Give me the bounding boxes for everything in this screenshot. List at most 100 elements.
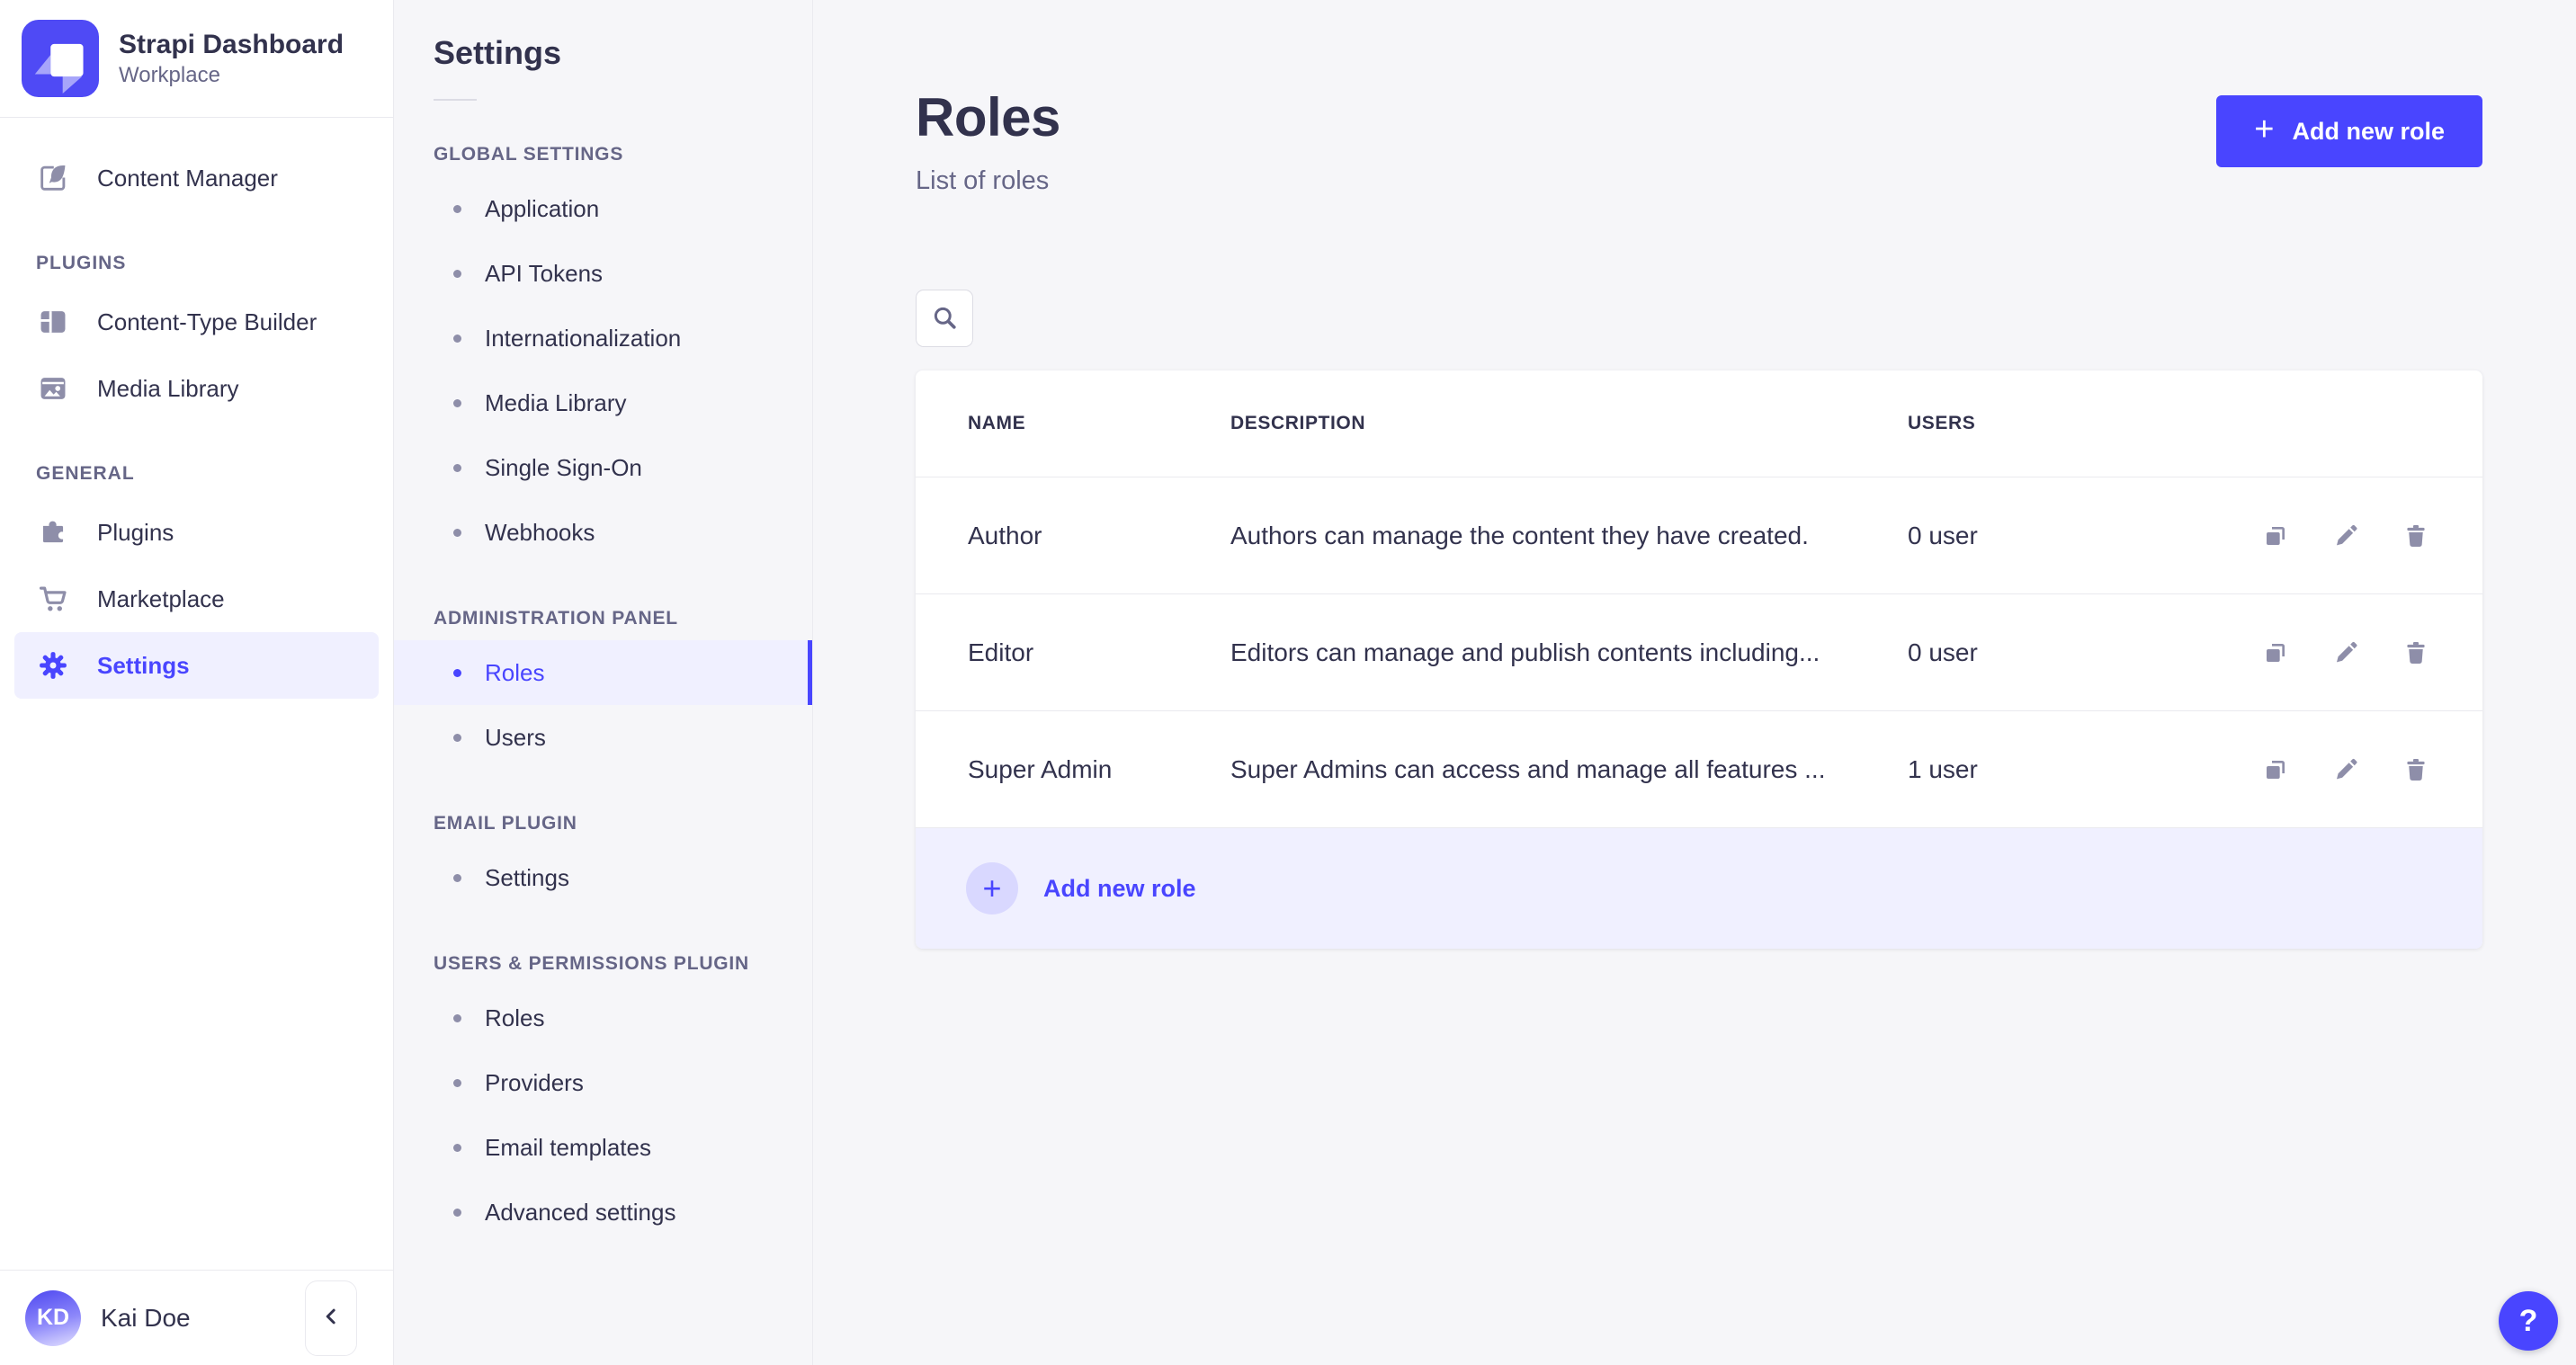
subnav-item-single-sign-on[interactable]: Single Sign-On (394, 435, 812, 500)
bullet-icon (453, 334, 461, 343)
subnav-item-users[interactable]: Users (394, 705, 812, 770)
duplicate-role-button[interactable] (2261, 638, 2290, 667)
subnav-item-label: Internationalization (485, 324, 682, 352)
subnav-item-label: Providers (485, 1068, 584, 1096)
section-title: PLUGINS (36, 253, 127, 273)
search-button[interactable] (916, 290, 973, 347)
edit-role-button[interactable] (2331, 638, 2360, 667)
table-header-row: NAME DESCRIPTION USERS (916, 370, 2482, 477)
subnav-item-webhooks[interactable]: Webhooks (394, 500, 812, 565)
table-row-super-admin[interactable]: Super Admin Super Admins can access and … (916, 711, 2482, 828)
collapse-sidebar-button[interactable] (305, 1280, 357, 1356)
sidebar-item-label: Media Library (97, 374, 239, 402)
role-description: Editors can manage and publish contents … (1230, 638, 1820, 666)
subnav-item-email-settings[interactable]: Settings (394, 845, 812, 910)
subnav-item-label: Media Library (485, 388, 627, 416)
subnav-title: Settings (434, 34, 562, 71)
duplicate-role-button[interactable] (2261, 522, 2290, 550)
subnav-item-providers[interactable]: Providers (394, 1050, 812, 1115)
add-new-role-button-label: Add new role (2292, 117, 2445, 145)
subnav-item-roles-active[interactable]: Roles (394, 640, 812, 705)
user-name[interactable]: Kai Doe (101, 1304, 191, 1333)
workspace-title: Strapi Dashboard (119, 30, 344, 59)
gear-icon (36, 648, 70, 682)
column-header-description: DESCRIPTION (1230, 413, 1366, 433)
table-row-author[interactable]: Author Authors can manage the content th… (916, 477, 2482, 594)
delete-role-button[interactable] (2402, 522, 2430, 550)
section-title: ADMINISTRATION PANEL (434, 608, 678, 629)
user-avatar[interactable]: KD (25, 1289, 81, 1346)
subnav-item-label: Single Sign-On (485, 453, 642, 481)
sidebar-item-label: Settings (97, 651, 190, 679)
table-row-editor[interactable]: Editor Editors can manage and publish co… (916, 594, 2482, 711)
row-actions (2160, 638, 2430, 667)
strapi-logo-icon (22, 20, 99, 97)
bullet-icon (453, 528, 461, 537)
help-button[interactable]: ? (2499, 1291, 2558, 1351)
bullet-icon (453, 269, 461, 278)
sidebar-item-plugins[interactable]: Plugins (14, 499, 379, 566)
subnav-item-api-tokens[interactable]: API Tokens (394, 241, 812, 306)
role-users-count: 0 user (1908, 638, 1978, 666)
duplicate-role-button[interactable] (2261, 755, 2290, 784)
role-name: Super Admin (968, 754, 1113, 783)
app-root: Strapi Dashboard Workplace Content Manag… (0, 0, 2576, 1365)
subnav-item-label: Application (485, 194, 600, 222)
column-header-name: NAME (968, 413, 1026, 433)
delete-role-button[interactable] (2402, 755, 2430, 784)
subnav-item-label: Advanced settings (485, 1198, 676, 1226)
puzzle-icon (36, 515, 70, 549)
feather-pen-icon (36, 161, 70, 195)
column-header-users: USERS (1908, 413, 1976, 433)
workspace-switcher[interactable]: Strapi Dashboard Workplace (0, 0, 393, 118)
plus-icon: + (2254, 111, 2275, 148)
bullet-icon (453, 1208, 461, 1217)
sidebar-item-label: Content Manager (97, 164, 278, 192)
edit-role-button[interactable] (2331, 522, 2360, 550)
main-sidebar: Strapi Dashboard Workplace Content Manag… (0, 0, 394, 1365)
sidebar-item-marketplace[interactable]: Marketplace (14, 566, 379, 632)
sidebar-footer: KD Kai Doe (0, 1270, 393, 1365)
sidebar-section-plugins: PLUGINS Content-Type Builder Media Libra… (14, 253, 379, 422)
role-users-count: 0 user (1908, 521, 1978, 549)
sidebar-item-label: Plugins (97, 518, 174, 546)
delete-role-button[interactable] (2402, 638, 2430, 667)
sidebar-item-content-manager[interactable]: Content Manager (14, 145, 379, 211)
subnav-item-media-library[interactable]: Media Library (394, 370, 812, 435)
subnav-item-advanced-settings[interactable]: Advanced settings (394, 1180, 812, 1245)
bullet-icon (453, 1143, 461, 1152)
bullet-icon (453, 463, 461, 472)
plus-circle-icon: + (966, 862, 1018, 914)
section-title: GENERAL (36, 463, 135, 484)
chevron-left-icon (318, 1303, 344, 1333)
footer-add-label: Add new role (1043, 874, 1196, 902)
add-new-role-button[interactable]: + Add new role (2216, 95, 2482, 167)
sidebar-item-media-library[interactable]: Media Library (14, 355, 379, 422)
page-subtitle: List of roles (916, 166, 1050, 195)
role-description: Super Admins can access and manage all f… (1230, 754, 1826, 783)
sidebar-section-general: GENERAL Plugins Marketplace Settings (14, 463, 379, 699)
subnav-item-internationalization[interactable]: Internationalization (394, 306, 812, 370)
role-name: Author (968, 521, 1042, 549)
section-title: EMAIL PLUGIN (434, 813, 577, 834)
sidebar-item-content-type-builder[interactable]: Content-Type Builder (14, 289, 379, 355)
subnav-item-email-templates[interactable]: Email templates (394, 1115, 812, 1180)
bullet-icon (453, 733, 461, 742)
subnav-section-administration-panel: ADMINISTRATION PANEL Roles Users (394, 608, 812, 770)
subnav-item-label: Settings (485, 863, 569, 891)
edit-role-button[interactable] (2331, 755, 2360, 784)
subnav-section-users-permissions-plugin: USERS & PERMISSIONS PLUGIN Roles Provide… (394, 953, 812, 1245)
subnav-item-application[interactable]: Application (394, 176, 812, 241)
bullet-icon (453, 204, 461, 213)
sidebar-item-label: Content-Type Builder (97, 308, 318, 335)
row-actions (2160, 522, 2430, 550)
subnav-item-label: Users (485, 723, 546, 751)
subnav-item-label: Email templates (485, 1133, 651, 1161)
sidebar-item-settings-active[interactable]: Settings (14, 632, 379, 699)
subnav-item-up-roles[interactable]: Roles (394, 986, 812, 1050)
picture-icon (36, 371, 70, 406)
subnav-section-email-plugin: EMAIL PLUGIN Settings (394, 813, 812, 910)
section-title: GLOBAL SETTINGS (434, 144, 624, 165)
table-footer-add-new-role[interactable]: + Add new role (916, 828, 2482, 949)
subnav-divider (434, 99, 477, 101)
